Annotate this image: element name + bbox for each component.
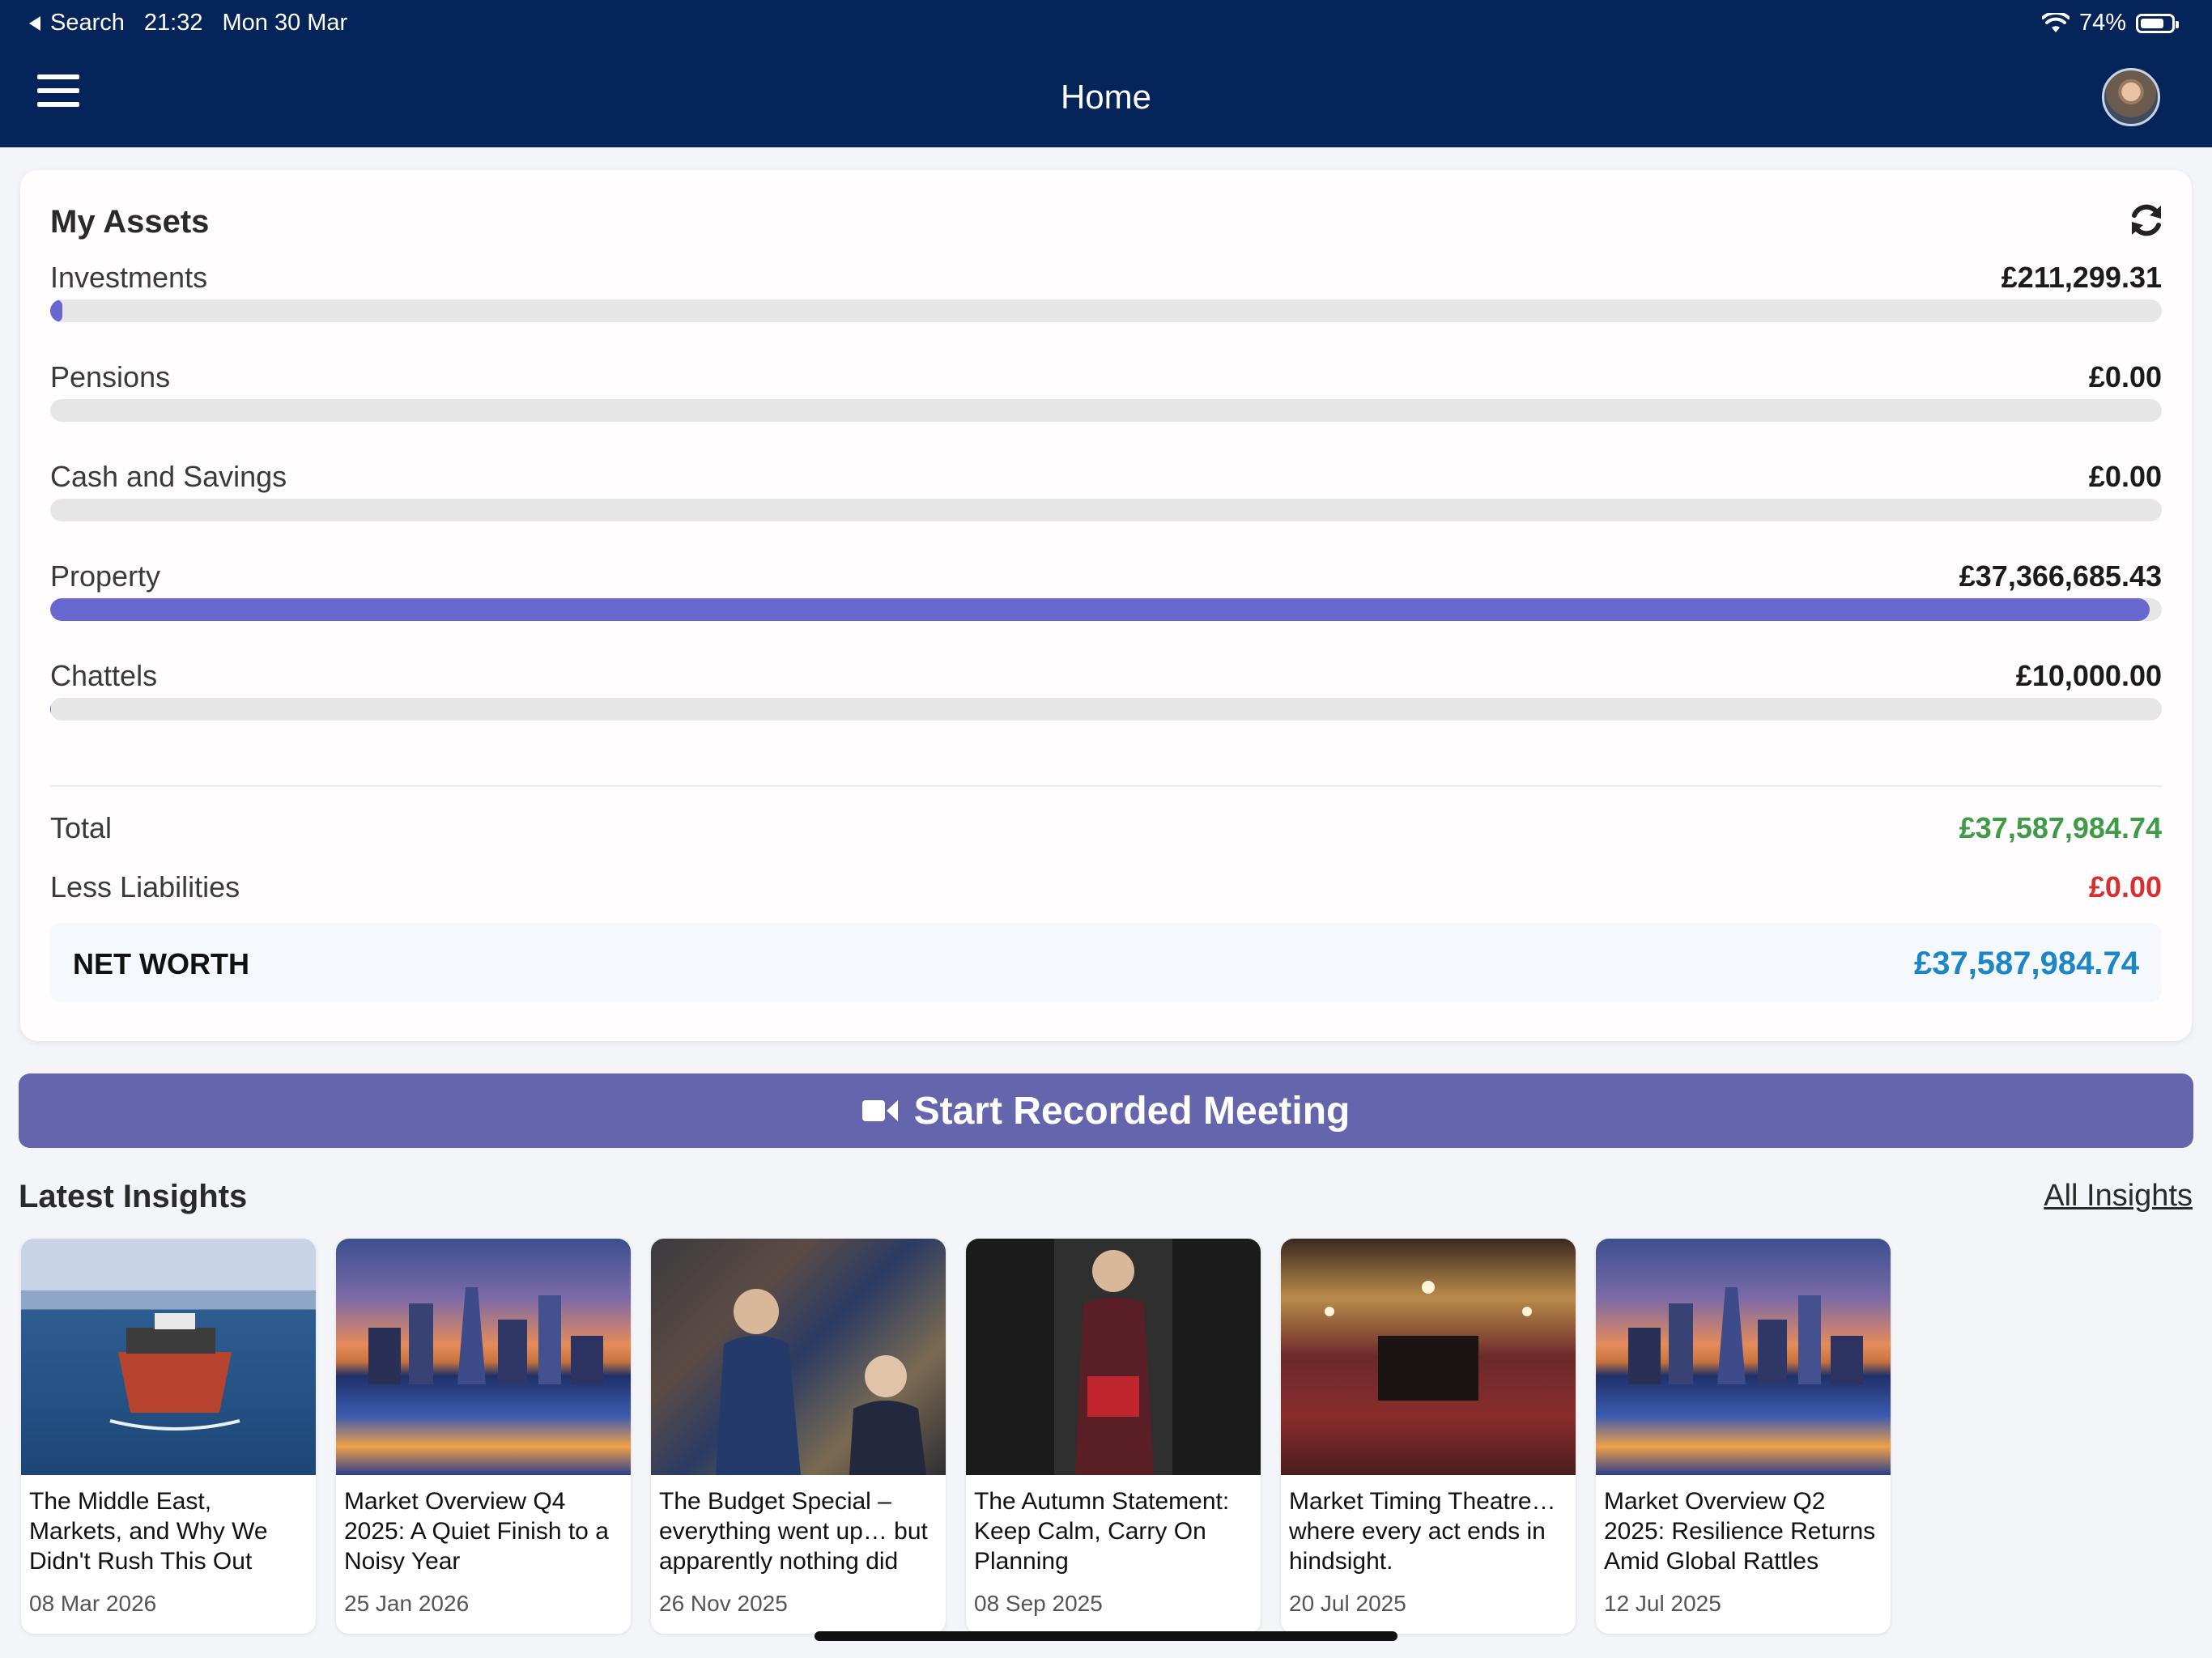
total-row: Total £37,587,984.74 (50, 811, 2162, 852)
insight-card[interactable]: Market Timing Theatre… where every act e… (1281, 1239, 1576, 1634)
insight-image-house-of-commons (651, 1239, 946, 1475)
insight-card[interactable]: The Middle East, Markets, and Why We Did… (21, 1239, 316, 1634)
avatar[interactable] (2102, 68, 2160, 126)
battery-icon (2136, 13, 2179, 33)
status-bar-left: Search 21:32 Mon 30 Mar (29, 10, 359, 36)
insight-title: Market Timing Theatre… where every act e… (1289, 1488, 1556, 1575)
status-bar-right: 74% (2041, 10, 2179, 36)
insight-card[interactable]: Market Overview Q4 2025: A Quiet Finish … (336, 1239, 631, 1634)
all-insights-link[interactable]: All Insights (2044, 1179, 2193, 1214)
asset-progress-bar (50, 598, 2162, 621)
asset-value: £0.00 (2088, 460, 2162, 493)
insight-image-city-skyline (1596, 1239, 1891, 1475)
status-date: Mon 30 Mar (222, 10, 348, 36)
assets-title: My Assets (50, 204, 210, 240)
insight-image-city-skyline (336, 1239, 631, 1475)
battery-percentage: 74% (2078, 10, 2126, 36)
insight-date: 08 Mar 2026 (29, 1591, 157, 1616)
total-label: Total (50, 811, 113, 844)
asset-row-cash-and-savings[interactable]: Cash and Savings £0.00 (50, 460, 2162, 521)
asset-label: Investments (50, 261, 208, 294)
asset-progress-bar (50, 300, 2162, 322)
asset-value: £211,299.31 (2001, 261, 2162, 294)
asset-value: £0.00 (2088, 360, 2162, 393)
start-recorded-meeting-label: Start Recorded Meeting (913, 1089, 1351, 1133)
insight-title: Market Overview Q2 2025: Resilience Retu… (1604, 1488, 1876, 1575)
asset-label: Chattels (50, 659, 158, 692)
insight-date: 08 Sep 2025 (974, 1591, 1103, 1616)
asset-row-property[interactable]: Property £37,366,685.43 (50, 559, 2162, 621)
start-recorded-meeting-button[interactable]: Start Recorded Meeting (19, 1073, 2193, 1148)
asset-row-chattels[interactable]: Chattels £10,000.00 (50, 659, 2162, 721)
liabilities-row: Less Liabilities £0.00 (50, 870, 2162, 911)
liabilities-value: £0.00 (2088, 870, 2162, 903)
total-value: £37,587,984.74 (1959, 811, 2162, 844)
home-indicator[interactable] (815, 1631, 1397, 1641)
insight-date: 12 Jul 2025 (1604, 1591, 1721, 1616)
net-worth-value: £37,587,984.74 (1913, 946, 2139, 981)
app-header: Search 21:32 Mon 30 Mar 74% Home (0, 0, 2212, 147)
back-arrow-icon[interactable] (29, 15, 40, 31)
asset-label: Property (50, 559, 161, 593)
insight-image-theatre-interior (1281, 1239, 1576, 1475)
asset-value: £10,000.00 (2015, 659, 2162, 692)
asset-progress-fill (50, 598, 2150, 621)
insight-date: 26 Nov 2025 (659, 1591, 788, 1616)
back-to-search-link[interactable]: Search (50, 10, 125, 36)
insight-image-tanker-ship (21, 1239, 316, 1475)
insight-card[interactable]: Market Overview Q2 2025: Resilience Retu… (1596, 1239, 1891, 1634)
asset-row-pensions[interactable]: Pensions £0.00 (50, 360, 2162, 422)
my-assets-card: My Assets Investments £211,299.31 Pensio… (20, 170, 2192, 1041)
asset-label: Cash and Savings (50, 460, 287, 493)
insight-title: The Autumn Statement: Keep Calm, Carry O… (974, 1488, 1230, 1575)
insight-card[interactable]: The Budget Special – everything went up…… (651, 1239, 946, 1634)
wifi-icon (2041, 12, 2069, 32)
insight-card[interactable]: The Autumn Statement: Keep Calm, Carry O… (966, 1239, 1261, 1634)
insight-title: The Budget Special – everything went up…… (659, 1488, 928, 1575)
status-time: 21:32 (143, 10, 203, 36)
asset-value: £37,366,685.43 (1959, 559, 2162, 593)
insight-date: 25 Jan 2026 (344, 1591, 470, 1616)
liabilities-label: Less Liabilities (50, 870, 240, 903)
insight-date: 20 Jul 2025 (1289, 1591, 1406, 1616)
net-worth-row: NET WORTH £37,587,984.74 (50, 923, 2162, 1002)
refresh-icon[interactable] (2125, 199, 2167, 241)
insight-title: The Middle East, Markets, and Why We Did… (29, 1488, 268, 1575)
asset-progress-fill (50, 300, 62, 322)
asset-progress-bar (50, 698, 2162, 721)
insight-image-downing-street (966, 1239, 1261, 1475)
page-title: Home (1060, 78, 1152, 116)
asset-progress-bar (50, 399, 2162, 422)
asset-progress-bar (50, 499, 2162, 521)
latest-insights-heading: Latest Insights (19, 1179, 248, 1214)
asset-row-investments[interactable]: Investments £211,299.31 (50, 261, 2162, 322)
video-camera-icon (861, 1100, 898, 1121)
asset-label: Pensions (50, 360, 171, 393)
asset-progress-fill (50, 698, 51, 721)
net-worth-label: NET WORTH (73, 947, 249, 980)
insight-title: Market Overview Q4 2025: A Quiet Finish … (344, 1488, 609, 1575)
assets-divider (50, 785, 2162, 787)
